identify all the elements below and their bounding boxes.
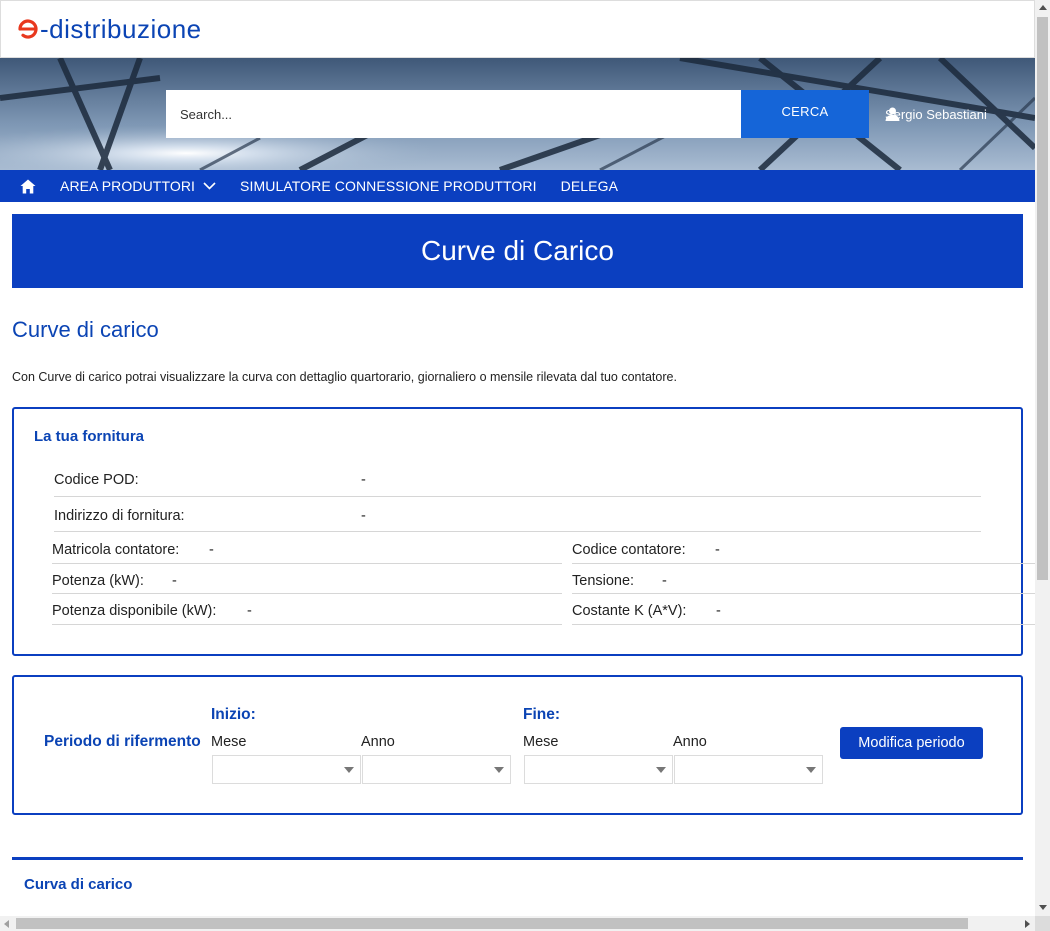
user-menu[interactable]: Sergio Sebastiani bbox=[885, 107, 987, 122]
main-nav: AREA PRODUTTORI SIMULATORE CONNESSIONE P… bbox=[0, 170, 1035, 202]
inizio-label: Inizio: bbox=[211, 706, 256, 723]
page-title: Curve di carico bbox=[12, 317, 159, 342]
tensione-label: Tensione: bbox=[572, 573, 635, 589]
fine-anno-select[interactable] bbox=[674, 755, 823, 784]
costante-label: Costante K (A*V): bbox=[572, 603, 687, 619]
horizontal-scrollbar-thumb[interactable] bbox=[16, 918, 968, 929]
curva-section-title: Curva di carico bbox=[24, 876, 133, 893]
divider bbox=[54, 496, 981, 497]
indirizzo-label: Indirizzo di fornitura: bbox=[54, 508, 185, 524]
vertical-scrollbar-thumb[interactable] bbox=[1037, 17, 1048, 580]
user-name: Sergio Sebastiani bbox=[885, 107, 987, 122]
nav-simulatore[interactable]: SIMULATORE CONNESSIONE PRODUTTORI bbox=[240, 178, 537, 194]
codice-pod-label: Codice POD: bbox=[54, 472, 139, 488]
inizio-anno-label: Anno bbox=[361, 734, 395, 750]
divider bbox=[52, 593, 562, 594]
scrollbar-corner bbox=[1035, 916, 1050, 931]
page-intro: Con Curve di carico potrai visualizzare … bbox=[12, 370, 677, 384]
divider bbox=[572, 563, 1035, 564]
nav-simulatore-label: SIMULATORE CONNESSIONE PRODUTTORI bbox=[240, 178, 537, 194]
modifica-periodo-button[interactable]: Modifica periodo bbox=[840, 727, 983, 759]
divider bbox=[52, 624, 562, 625]
nav-home[interactable] bbox=[0, 170, 56, 202]
logo-bar: -distribuzione bbox=[0, 0, 1035, 58]
tensione-value: - bbox=[662, 573, 667, 589]
divider bbox=[52, 563, 562, 564]
potenza-disponibile-value: - bbox=[247, 603, 252, 619]
dropdown-caret-icon bbox=[656, 767, 666, 773]
fornitura-title: La tua fornitura bbox=[34, 428, 145, 445]
scroll-up-arrow-icon[interactable] bbox=[1039, 5, 1047, 10]
user-icon bbox=[885, 107, 900, 121]
nav-area-produttori-label: AREA PRODUTTORI bbox=[60, 178, 196, 194]
codice-pod-row: Codice POD: bbox=[54, 472, 139, 488]
logo-text: -distribuzione bbox=[40, 14, 202, 44]
inizio-mese-select[interactable] bbox=[212, 755, 361, 784]
dropdown-caret-icon bbox=[806, 767, 816, 773]
potenza-label: Potenza (kW): bbox=[52, 573, 144, 589]
fine-anno-label: Anno bbox=[673, 734, 707, 750]
page-banner-title: Curve di Carico bbox=[421, 235, 614, 266]
nav-delega-label: DELEGA bbox=[560, 178, 619, 194]
codice-pod-value: - bbox=[361, 472, 366, 488]
matricola-value: - bbox=[209, 542, 214, 558]
fine-label: Fine: bbox=[523, 706, 561, 723]
inizio-anno-select[interactable] bbox=[362, 755, 511, 784]
page: -distribuzione Search... CERCA Sergio Se… bbox=[0, 0, 1035, 916]
search-button[interactable]: CERCA bbox=[741, 90, 869, 138]
potenza-value: - bbox=[172, 573, 177, 589]
dropdown-caret-icon bbox=[494, 767, 504, 773]
periodo-title: Periodo di rifermento bbox=[44, 733, 201, 750]
divider bbox=[54, 531, 981, 532]
e-logo-icon bbox=[18, 19, 38, 39]
scroll-down-arrow-icon[interactable] bbox=[1039, 905, 1047, 910]
potenza-disponibile-label: Potenza disponibile (kW): bbox=[52, 603, 217, 619]
fine-mese-select[interactable] bbox=[524, 755, 673, 784]
section-divider bbox=[12, 857, 1023, 860]
indirizzo-value: - bbox=[361, 508, 366, 524]
codice-contatore-value: - bbox=[715, 542, 720, 558]
divider bbox=[572, 593, 1035, 594]
costante-value: - bbox=[716, 603, 721, 619]
divider bbox=[572, 624, 1035, 625]
page-banner: Curve di Carico bbox=[12, 214, 1023, 288]
inizio-mese-label: Mese bbox=[211, 734, 247, 750]
hero-banner: CERCA Sergio Sebastiani bbox=[0, 58, 1035, 170]
scroll-left-arrow-icon[interactable] bbox=[4, 920, 9, 928]
dropdown-caret-icon bbox=[344, 767, 354, 773]
nav-delega[interactable]: DELEGA bbox=[561, 178, 618, 194]
search-input[interactable] bbox=[166, 90, 741, 138]
scroll-right-arrow-icon[interactable] bbox=[1025, 920, 1030, 928]
fine-mese-label: Mese bbox=[523, 734, 559, 750]
chevron-down-icon bbox=[203, 182, 216, 190]
codice-contatore-label: Codice contatore: bbox=[572, 542, 686, 558]
e-distribuzione-logo[interactable]: -distribuzione bbox=[17, 15, 202, 43]
nav-area-produttori[interactable]: AREA PRODUTTORI bbox=[60, 178, 216, 194]
matricola-label: Matricola contatore: bbox=[52, 542, 180, 558]
home-icon bbox=[20, 179, 36, 193]
